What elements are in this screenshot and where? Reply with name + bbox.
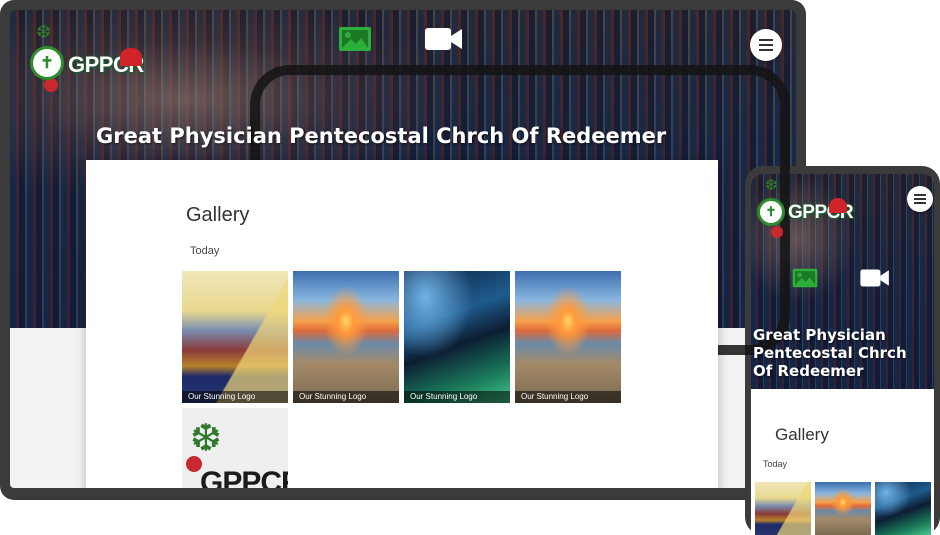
logo-wordmark: GPPCR xyxy=(200,466,288,488)
pine-branch-icon: ❆ xyxy=(36,22,52,42)
gallery-tile[interactable] xyxy=(875,482,931,535)
site-logo[interactable]: ❆ ✝ GPPCR xyxy=(22,22,144,94)
phone-screen: ❆ ✝ GPPCR Great Physician Pentecostal Ch… xyxy=(751,174,934,535)
tile-caption: Our Stunning Logo xyxy=(182,391,288,403)
santa-hat-icon xyxy=(829,198,847,213)
video-icon[interactable] xyxy=(424,26,464,52)
date-group-label: Today xyxy=(763,459,788,469)
gallery-heading: Gallery xyxy=(775,425,829,444)
image-icon[interactable] xyxy=(338,26,372,52)
video-icon[interactable] xyxy=(859,268,891,288)
gallery-heading: Gallery xyxy=(186,204,250,226)
ornament-icon xyxy=(44,78,58,92)
menu-button[interactable] xyxy=(907,186,933,212)
ornament-icon xyxy=(771,226,783,238)
hamburger-icon xyxy=(914,194,926,204)
pine-branch-icon: ❆ xyxy=(765,177,778,194)
tile-caption: Our Stunning Logo xyxy=(404,391,510,403)
gallery-tile[interactable]: ❆ GPPCR xyxy=(182,408,288,488)
gallery-card: Gallery Today xyxy=(751,389,934,535)
site-title: Great Physician Pentecostal Chrch Of Red… xyxy=(753,326,907,380)
laptop-frame: ❆ ✝ GPPCR Great Physician Pentecostal Ch… xyxy=(0,0,806,500)
media-nav xyxy=(791,268,891,288)
laptop-screen: ❆ ✝ GPPCR Great Physician Pentecostal Ch… xyxy=(10,10,796,488)
hamburger-icon xyxy=(759,39,773,51)
gallery-tile[interactable]: Our Stunning Logo xyxy=(293,271,399,403)
gallery-card: Gallery Today Our Stunning Logo Our Stun… xyxy=(86,160,718,488)
tile-caption: Our Stunning Logo xyxy=(515,391,621,403)
date-group-label: Today xyxy=(190,245,220,257)
gallery-tile[interactable]: Our Stunning Logo xyxy=(515,271,621,403)
menu-button[interactable] xyxy=(750,29,782,61)
church-badge-icon: ✝ xyxy=(30,46,64,80)
gallery-tile[interactable] xyxy=(815,482,871,535)
gallery-tile[interactable] xyxy=(755,482,811,535)
gallery-tile[interactable]: Our Stunning Logo xyxy=(182,271,288,403)
device-mockup-stage: ❆ ✝ GPPCR Great Physician Pentecostal Ch… xyxy=(0,0,940,535)
church-badge-icon: ✝ xyxy=(757,198,785,226)
gallery-tile[interactable]: Our Stunning Logo xyxy=(404,271,510,403)
pine-branch-icon: ❆ xyxy=(190,418,222,460)
image-icon[interactable] xyxy=(791,268,819,288)
tile-caption: Our Stunning Logo xyxy=(293,391,399,403)
site-title: Great Physician Pentecostal Chrch Of Red… xyxy=(96,124,667,148)
site-logo[interactable]: ❆ ✝ GPPCR xyxy=(753,177,854,240)
santa-hat-icon xyxy=(120,48,142,66)
media-nav xyxy=(338,26,464,52)
phone-frame: ❆ ✝ GPPCR Great Physician Pentecostal Ch… xyxy=(745,166,940,535)
